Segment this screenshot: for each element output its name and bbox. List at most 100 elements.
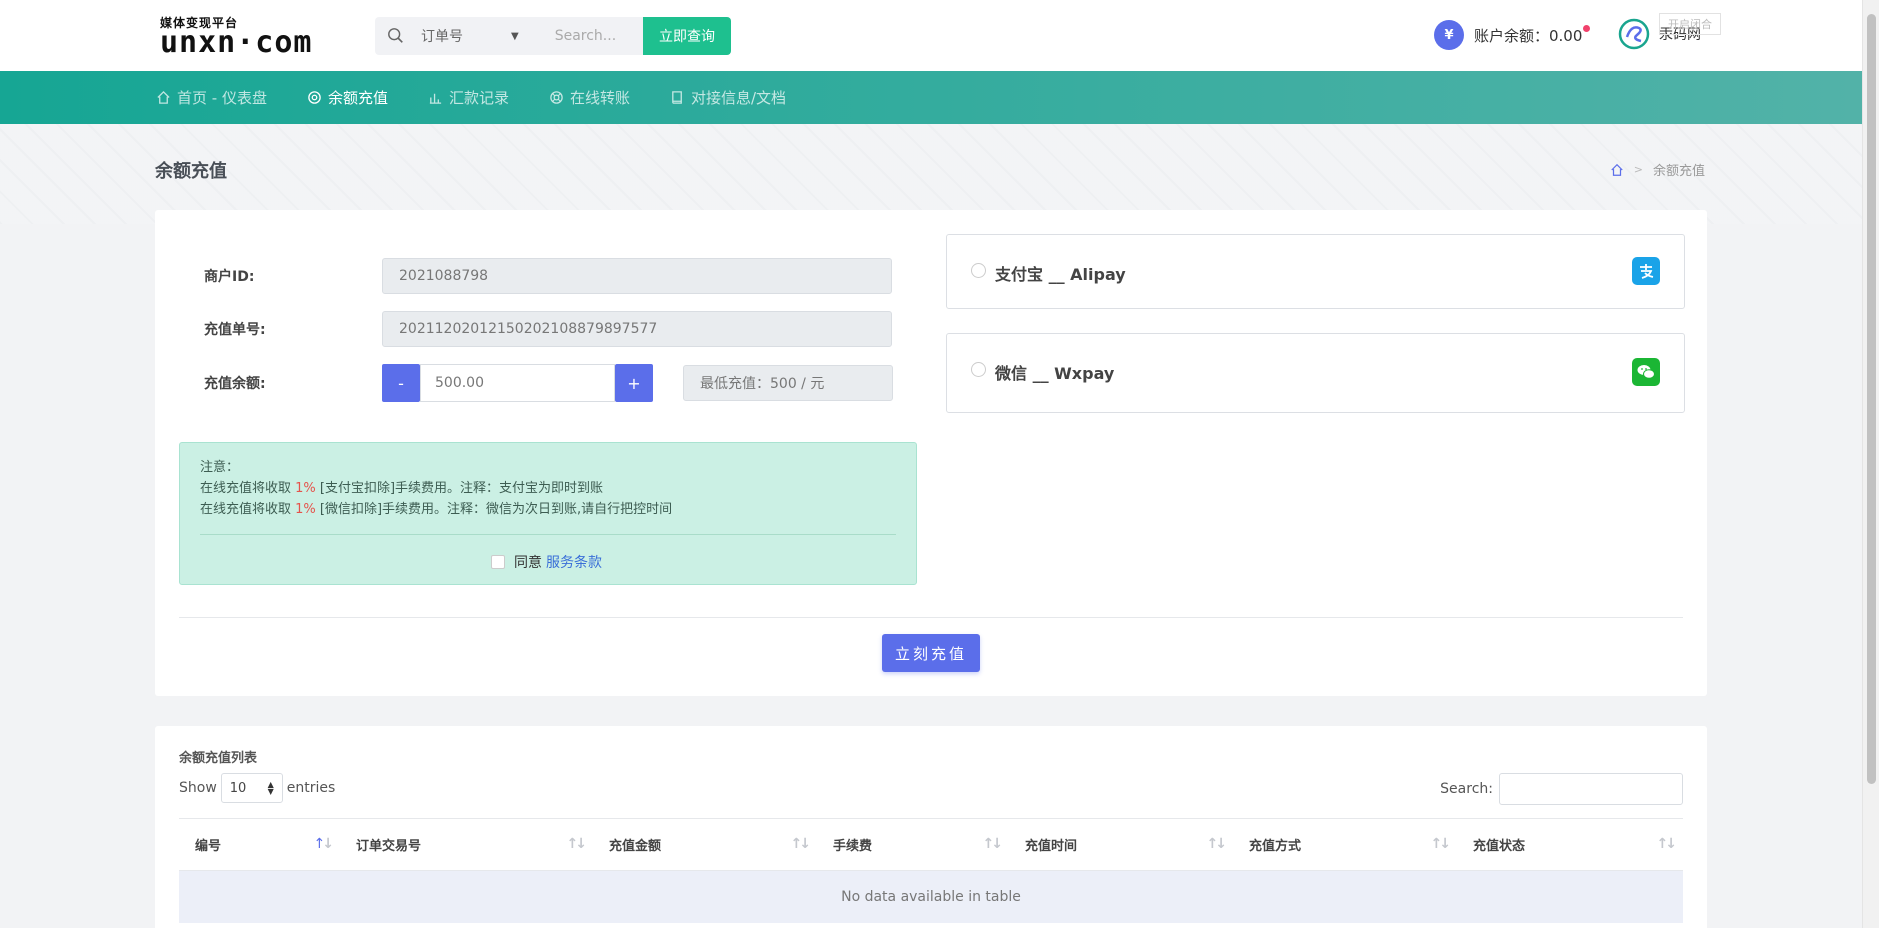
column-header-fee[interactable]: 手续费 ↑↓ [817, 818, 1009, 871]
sort-arrows-icon: ▲ ▼ [267, 780, 274, 796]
recharge-submit-button[interactable]: 立刻充值 [882, 634, 980, 672]
page-size-control: Show 10 ▲ ▼ entries [179, 773, 335, 803]
nav-item-docs[interactable]: 对接信息/文档 [670, 87, 786, 108]
amount-label: 充值余额: [204, 376, 266, 392]
vertical-scrollbar[interactable] [1862, 0, 1879, 928]
column-label: 充值状态 [1473, 839, 1526, 854]
column-label: 编号 [195, 839, 222, 854]
table-search: Search: [1440, 773, 1683, 805]
table-row: No data available in table [179, 870, 1683, 923]
table-search-input[interactable] [1499, 773, 1683, 805]
column-header-order[interactable]: 订单交易号 ↑↓ [340, 818, 593, 871]
account-balance[interactable]: ¥ 账户余额：0.00 [1434, 20, 1591, 50]
card-divider [179, 617, 1683, 618]
alipay-icon [1632, 257, 1660, 285]
order-number-field[interactable]: 20211202012150202108879897577 [382, 311, 892, 347]
nav-label: 汇款记录 [448, 89, 509, 107]
order-label: 充值单号: [204, 322, 266, 338]
notice-text: 在线充值将收取 [200, 481, 296, 496]
caret-down-icon: ▼ [511, 30, 519, 42]
table-search-label: Search: [1440, 781, 1493, 797]
brand-logo-icon [1618, 18, 1650, 50]
column-label: 手续费 [833, 839, 873, 854]
sort-icon: ↑↓ [566, 836, 588, 852]
sort-icon: ↑↓ [1430, 836, 1452, 852]
notice-line-alipay: 在线充值将收取 1% [支付宝扣除]手续费用。注释：支付宝为即时到账 [200, 477, 603, 496]
decrement-button[interactable]: - [382, 364, 420, 402]
breadcrumb-separator-icon: > [1633, 163, 1643, 176]
yen-icon: ¥ [1434, 20, 1464, 50]
entries-label: entries [286, 780, 336, 796]
alipay-label: 支付宝 __ Alipay [995, 265, 1126, 284]
page-size-select[interactable]: 10 ▲ ▼ [220, 773, 283, 803]
page-size-value: 10 [229, 780, 247, 796]
column-label: 充值时间 [1025, 839, 1078, 854]
breadcrumb-current: 余额充值 [1652, 164, 1705, 179]
agree-text: 同意 [514, 555, 542, 571]
search-group: 订单号 ▼ Search... 立即查询 [375, 17, 731, 55]
increment-button[interactable]: + [615, 364, 653, 402]
search-input[interactable]: Search... [555, 28, 616, 44]
background-pattern [0, 124, 1862, 224]
alipay-radio[interactable] [971, 263, 986, 278]
sort-icon: ↑↓ [1656, 836, 1678, 852]
payment-option-alipay[interactable]: 支付宝 __ Alipay [946, 234, 1685, 309]
top-header: 媒体变现平台 unxn·com 订单号 ▼ Search... 立即查询 ¥ 账… [0, 0, 1862, 71]
wechat-label: 微信 __ Wxpay [995, 364, 1115, 383]
lifebuoy-icon [550, 91, 563, 104]
nav-item-dashboard[interactable]: 首页 - 仪表盘 [156, 87, 267, 108]
agree-checkbox[interactable] [491, 555, 505, 569]
amount-input[interactable]: 500.00 [420, 364, 615, 402]
notice-line-wechat: 在线充值将收取 1% [微信扣除]手续费用。注释：微信为次日到账,请自行把控时间 [200, 498, 672, 517]
terms-link[interactable]: 服务条款 [546, 552, 602, 572]
search-box[interactable]: 订单号 ▼ Search... [375, 17, 643, 55]
column-header-id[interactable]: 编号 ↑↓ [179, 818, 340, 871]
logo-text: unxn·com [160, 25, 313, 60]
nav-label: 在线转账 [569, 89, 630, 107]
notice-text: 在线充值将收取 [200, 502, 296, 517]
target-icon [308, 91, 321, 104]
nav-item-remittance[interactable]: 汇款记录 [428, 87, 509, 108]
amount-stepper: - 500.00 + [382, 364, 653, 402]
logo[interactable]: 媒体变现平台 unxn·com [160, 16, 313, 60]
fee-percent: 1% [295, 502, 316, 517]
notice-title: 注意： [200, 460, 240, 475]
table-title: 余额充值列表 [179, 751, 258, 766]
notice-text: [支付宝扣除]手续费用。注释：支付宝为即时到账 [315, 481, 604, 496]
scrollbar-thumb[interactable] [1867, 14, 1876, 784]
merchant-label: 商户ID: [204, 269, 255, 285]
nav-item-recharge[interactable]: 余额充值 [307, 87, 388, 108]
sort-icon: ↑↓ [790, 836, 812, 852]
column-header-status[interactable]: 充值状态 ↑↓ [1457, 818, 1683, 871]
sort-icon: ↑↓ [313, 836, 335, 852]
merchant-id-field[interactable]: 2021088798 [382, 258, 892, 294]
book-icon [672, 91, 682, 104]
agree-terms: 同意 服务条款 [491, 552, 602, 572]
toggle-button[interactable]: 开启闭合 [1659, 13, 1721, 35]
column-label: 充值方式 [1249, 839, 1302, 854]
search-button[interactable]: 立即查询 [643, 17, 731, 55]
notice-text: [微信扣除]手续费用。注释：微信为次日到账,请自行把控时间 [315, 502, 673, 517]
payment-option-wechat[interactable]: 微信 __ Wxpay [946, 333, 1685, 413]
wechat-radio[interactable] [971, 362, 986, 377]
column-header-time[interactable]: 充值时间 ↑↓ [1009, 818, 1233, 871]
nav-label: 对接信息/文档 [691, 89, 787, 107]
recharge-card: 商户ID: 2021088798 充值单号: 20211202012150202… [155, 210, 1707, 696]
home-icon[interactable] [1610, 163, 1624, 177]
nav-item-transfer[interactable]: 在线转账 [549, 87, 630, 108]
column-header-amount[interactable]: 充值金额 ↑↓ [593, 818, 817, 871]
min-recharge-field: 最低充值：500 / 元 [683, 365, 893, 401]
sort-icon: ↑↓ [982, 836, 1004, 852]
search-type-select[interactable]: 订单号 [421, 26, 511, 46]
column-header-method[interactable]: 充值方式 ↑↓ [1233, 818, 1457, 871]
order-row: 充值单号: 20211202012150202108879897577 [204, 311, 892, 347]
notice-box: 注意： 在线充值将收取 1% [支付宝扣除]手续费用。注释：支付宝为即时到账 在… [179, 442, 917, 585]
sort-icon: ↑↓ [1206, 836, 1228, 852]
column-label: 充值金额 [609, 839, 662, 854]
breadcrumb: > 余额充值 [1610, 160, 1705, 179]
page-title: 余额充值 [155, 161, 227, 182]
search-icon [388, 28, 403, 43]
nav-label: 首页 - 仪表盘 [177, 89, 267, 107]
amount-row: 充值余额: - 500.00 + 最低充值：500 / 元 [204, 364, 893, 402]
nav-label: 余额充值 [327, 89, 388, 107]
